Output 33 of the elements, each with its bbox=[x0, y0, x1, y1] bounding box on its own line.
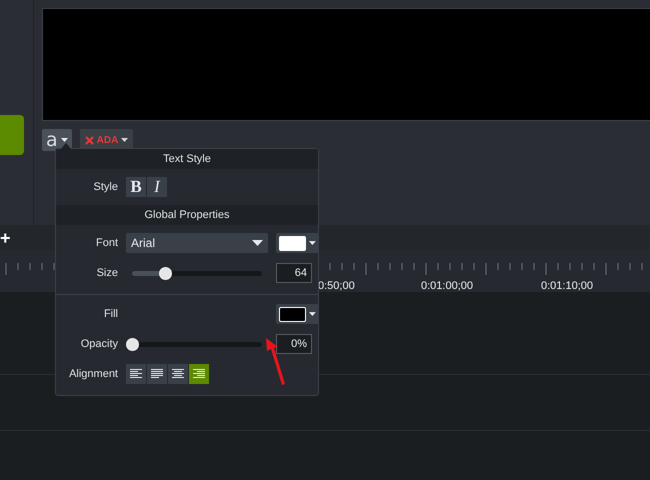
field-label: Size bbox=[96, 267, 118, 279]
add-track-button[interactable]: + bbox=[0, 228, 11, 246]
align-justify-button[interactable] bbox=[147, 364, 167, 384]
caret-icon bbox=[309, 312, 316, 316]
align-left-button[interactable] bbox=[126, 364, 146, 384]
time-label: 0:50;00 bbox=[318, 280, 355, 292]
align-right-icon bbox=[193, 369, 205, 379]
opacity-field[interactable]: 0% bbox=[276, 334, 312, 354]
caret-icon bbox=[309, 241, 316, 245]
align-left-icon bbox=[130, 369, 142, 379]
close-icon bbox=[84, 136, 94, 144]
annotation-button[interactable]: a bbox=[42, 129, 72, 151]
slider-thumb[interactable] bbox=[158, 266, 172, 280]
section-title: Global Properties bbox=[56, 205, 318, 225]
time-label: 0:01:10;00 bbox=[541, 280, 593, 292]
color-picker[interactable] bbox=[276, 304, 319, 324]
field-label: Font bbox=[94, 237, 118, 249]
field-label: Style bbox=[92, 181, 118, 193]
bold-button[interactable]: B bbox=[126, 177, 146, 197]
font-dropdown[interactable]: Arial bbox=[126, 233, 268, 253]
align-center-icon bbox=[172, 369, 184, 379]
caret-icon bbox=[121, 138, 128, 142]
field-label: Alignment bbox=[68, 368, 118, 380]
field-label: Fill bbox=[102, 308, 118, 320]
size-field[interactable]: 64 bbox=[276, 263, 312, 283]
slider-thumb[interactable] bbox=[126, 338, 139, 350]
italic-button[interactable]: I bbox=[147, 177, 167, 197]
field-label: Opacity bbox=[80, 338, 118, 350]
align-center-button[interactable] bbox=[168, 364, 188, 384]
time-label: 0:01:00;00 bbox=[421, 280, 473, 292]
caret-icon bbox=[252, 240, 263, 246]
color-picker[interactable] bbox=[276, 233, 319, 253]
align-justify-icon bbox=[151, 369, 163, 379]
